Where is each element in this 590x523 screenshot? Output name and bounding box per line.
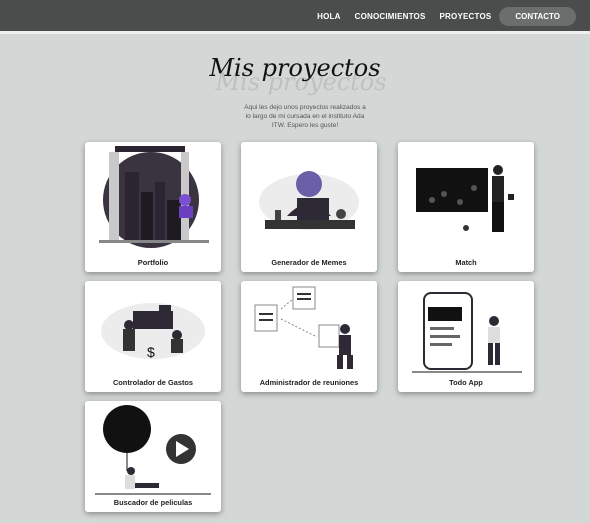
laptop-woman-illustration	[259, 171, 359, 230]
nav-link-conocimientos[interactable]: CONOCIMIENTOS	[355, 12, 426, 21]
project-card-label: Generador de Memes	[271, 258, 347, 267]
page-subtitle: Aqui les dejo unos proyectos realizados …	[230, 103, 380, 130]
page-title: Mis proyectos	[209, 54, 381, 82]
nav-menu: HOLA CONOCIMIENTOS PROYECTOS CONTACTO	[303, 6, 576, 26]
nav-link-hola[interactable]: HOLA	[317, 12, 340, 21]
svg-text:$: $	[147, 344, 155, 360]
movie-play-illustration	[95, 405, 211, 495]
expenses-illustration: $	[101, 303, 205, 360]
project-card-todo-app[interactable]: Todo App	[398, 281, 534, 392]
project-card-label: Buscador de peliculas	[113, 498, 193, 507]
city-night-illustration	[99, 146, 209, 248]
documents-illustration	[254, 286, 353, 369]
subtitle-line: Aqui les dejo unos proyectos realizados …	[244, 104, 366, 111]
project-card-label: Portfolio	[137, 258, 169, 267]
project-card-match[interactable]: Match	[398, 142, 534, 272]
nav-button-contacto[interactable]: CONTACTO	[499, 6, 576, 26]
project-card-portfolio[interactable]: Portfolio	[85, 142, 221, 272]
project-card-label: Match	[455, 258, 477, 267]
nav-link-proyectos[interactable]: PROYECTOS	[440, 12, 492, 21]
project-card-label: Administrador de reuniones	[259, 378, 359, 387]
project-card-controlador-de-gastos[interactable]: $ Controlador de Gastos	[85, 281, 221, 392]
project-card-label: Controlador de Gastos	[112, 378, 194, 387]
subtitle-line: ITW. Espero les guste!	[271, 122, 339, 129]
top-navbar: HOLA CONOCIMIENTOS PROYECTOS CONTACTO	[0, 0, 590, 31]
game-board-illustration	[416, 165, 514, 232]
phone-app-illustration	[412, 292, 522, 373]
project-card-administrador-de-reuniones[interactable]: Administrador de reuniones	[241, 281, 377, 392]
subtitle-line: lo largo de mi cursada en el instituto A…	[245, 113, 365, 120]
project-card-label: Todo App	[449, 378, 483, 387]
project-card-buscador-de-peliculas[interactable]: Buscador de peliculas	[85, 401, 221, 512]
navbar-divider	[0, 31, 590, 34]
project-card-generador-de-memes[interactable]: Generador de Memes	[241, 142, 377, 272]
